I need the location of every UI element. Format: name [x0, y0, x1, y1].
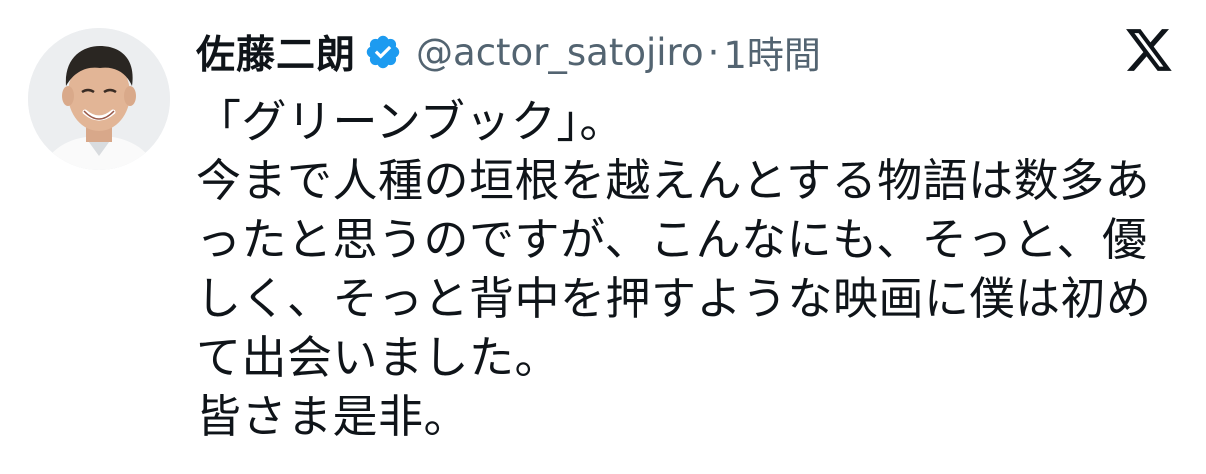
timestamp[interactable]: 1時間 — [723, 25, 821, 79]
tweet-text-line: 皆さま是非。 — [196, 390, 470, 443]
tweet-text-line: て出会いました。 — [196, 331, 561, 384]
verified-badge-icon — [364, 33, 402, 71]
tweet-text: 「グリーンブック」。 今まで人種の垣根を越えんとする物語は数多あ ったと思うので… — [196, 92, 1156, 446]
display-name[interactable]: 佐藤二朗 — [196, 24, 356, 80]
x-logo-icon[interactable] — [1124, 26, 1174, 74]
tweet-text-line: ったと思うのですが、こんなにも、そっと、優 — [196, 213, 1148, 266]
user-handle[interactable]: @actor_satojiro — [416, 31, 704, 74]
separator-dot: · — [707, 30, 720, 74]
tweet-text-line: しく、そっと背中を押すような映画に僕は初め — [196, 272, 1152, 325]
tweet-text-line: 今まで人種の垣根を越えんとする物語は数多あ — [196, 154, 1151, 207]
avatar[interactable] — [28, 28, 170, 170]
avatar-image — [28, 28, 170, 170]
tweet-text-line: 「グリーンブック」。 — [196, 95, 625, 148]
tweet-header: 佐藤二朗 @actor_satojiro · 1時間 — [196, 22, 821, 82]
